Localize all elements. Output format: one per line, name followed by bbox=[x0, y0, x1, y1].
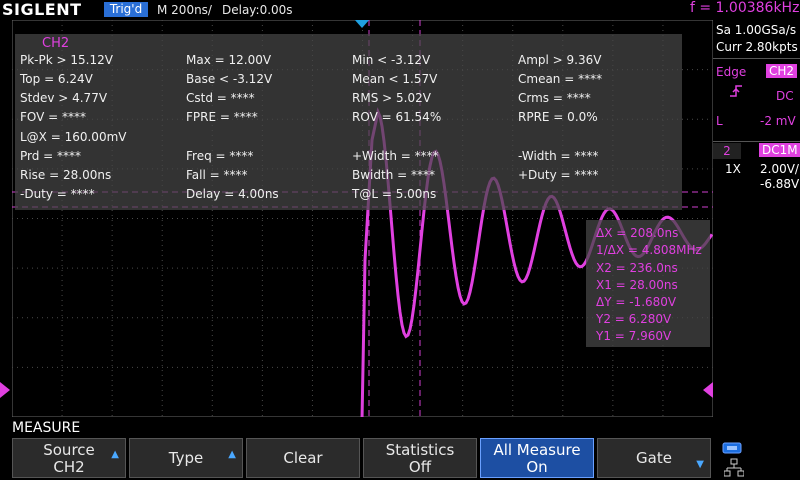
measurement-panel: CH2 Pk-Pk > 15.12V Max = 12.00V Min < -3… bbox=[15, 34, 682, 210]
cursor-x2: X2 = 236.0ns bbox=[596, 261, 678, 275]
rising-edge-icon bbox=[730, 85, 742, 97]
measure-freq: Freq = **** bbox=[186, 149, 254, 163]
trigger-status-badge: Trig'd bbox=[104, 2, 148, 17]
measure-fall: Fall = **** bbox=[186, 168, 248, 182]
cursor-y1: Y1 = 7.960V bbox=[596, 329, 672, 343]
cursor-delta-y: ΔY = -1.680V bbox=[596, 295, 677, 309]
arrow-down-icon: ▼ bbox=[696, 459, 704, 470]
all-measure-button[interactable]: All Measure On bbox=[480, 438, 594, 478]
divider bbox=[713, 141, 800, 142]
volts-per-div: 2.00V/ bbox=[760, 162, 799, 176]
cursor-x1: X1 = 28.00ns bbox=[596, 278, 678, 292]
memory-depth: Curr 2.80kpts bbox=[716, 40, 798, 54]
cursor-inverse-delta-x: 1/ΔX = 4.808MHz bbox=[596, 243, 702, 257]
channel-number-tab[interactable]: 2 bbox=[713, 143, 741, 159]
cursor-y2: Y2 = 6.280V bbox=[596, 312, 672, 326]
measure-fpre: FPRE = **** bbox=[186, 110, 258, 124]
trigger-coupling: DC bbox=[776, 89, 794, 103]
sample-rate: Sa 1.00GSa/s bbox=[716, 23, 797, 37]
channel-offset: -6.88V bbox=[760, 177, 800, 191]
brand-logo: SIGLENT bbox=[2, 0, 82, 19]
measure-pkpk: Pk-Pk > 15.12V bbox=[20, 53, 113, 67]
measure-prd: Prd = **** bbox=[20, 149, 82, 163]
probe-ratio: 1X bbox=[725, 162, 741, 176]
measure-max: Max = 12.00V bbox=[186, 53, 272, 67]
cursor-delta-x: ΔX = 208.0ns bbox=[596, 226, 679, 240]
source-button[interactable]: Source CH2 ▲ bbox=[12, 438, 126, 478]
measure-cstd: Cstd = **** bbox=[186, 91, 255, 105]
channel-coupling-badge: DC1M bbox=[759, 143, 800, 157]
measure-bwidth: Bwidth = **** bbox=[352, 168, 435, 182]
measure-rms: RMS > 5.02V bbox=[352, 91, 431, 105]
frequency-counter: f = 1.00386kHz bbox=[690, 0, 800, 16]
gate-button[interactable]: Gate ▼ bbox=[597, 438, 711, 478]
trigger-source-badge: CH2 bbox=[766, 64, 798, 78]
cursor-readout-panel: ΔX = 208.0ns 1/ΔX = 4.808MHz X2 = 236.0n… bbox=[586, 220, 710, 347]
measure-neg-width: -Width = **** bbox=[518, 149, 599, 163]
measure-delay: Delay = 4.00ns bbox=[186, 187, 279, 201]
measure-min: Min < -3.12V bbox=[352, 53, 431, 67]
measure-lat-x: L@X = 160.00mV bbox=[20, 130, 127, 144]
measure-cmean: Cmean = **** bbox=[518, 72, 603, 86]
measure-rpre: RPRE = 0.0% bbox=[518, 110, 598, 124]
measure-top: Top = 6.24V bbox=[20, 72, 93, 86]
right-info-panel: Sa 1.00GSa/s Curr 2.80kpts Edge CH2 DC L… bbox=[713, 20, 800, 196]
clear-button[interactable]: Clear bbox=[246, 438, 360, 478]
network-icon bbox=[724, 458, 744, 477]
measure-ampl: Ampl > 9.36V bbox=[518, 53, 602, 67]
timebase-readout: M 200ns/ bbox=[157, 3, 212, 17]
delay-readout: Delay:0.00s bbox=[222, 3, 293, 17]
measure-crms: Crms = **** bbox=[518, 91, 591, 105]
measure-fov: FOV = **** bbox=[20, 110, 87, 124]
trigger-level: -2 mV bbox=[760, 114, 796, 128]
measure-base: Base < -3.12V bbox=[186, 72, 273, 86]
statistics-button[interactable]: Statistics Off bbox=[363, 438, 477, 478]
ch2-offset-marker[interactable] bbox=[0, 382, 12, 398]
measure-mean: Mean < 1.57V bbox=[352, 72, 438, 86]
trigger-level-marker[interactable] bbox=[703, 382, 715, 398]
type-button[interactable]: Type ▲ bbox=[129, 438, 243, 478]
arrow-up-icon: ▲ bbox=[111, 449, 119, 460]
divider bbox=[713, 58, 800, 59]
measure-stdev: Stdev > 4.77V bbox=[20, 91, 108, 105]
trigger-level-label: L bbox=[716, 114, 723, 128]
measure-neg-duty: -Duty = **** bbox=[20, 187, 95, 201]
measurement-source-label: CH2 bbox=[42, 36, 70, 51]
menu-title: MEASURE bbox=[12, 420, 81, 436]
measure-rov: ROV = 61.54% bbox=[352, 110, 442, 124]
top-status-bar: SIGLENT Trig'd M 200ns/ Delay:0.00s f = … bbox=[0, 0, 800, 20]
arrow-up-icon: ▲ bbox=[228, 449, 236, 460]
trigger-type: Edge bbox=[716, 65, 747, 79]
measure-rise: Rise = 28.00ns bbox=[20, 168, 112, 182]
measure-t-at-l: T@L = 5.00ns bbox=[352, 187, 437, 201]
usb-icon bbox=[722, 442, 742, 454]
measure-pos-width: +Width = **** bbox=[352, 149, 439, 163]
measure-pos-duty: +Duty = **** bbox=[518, 168, 599, 182]
